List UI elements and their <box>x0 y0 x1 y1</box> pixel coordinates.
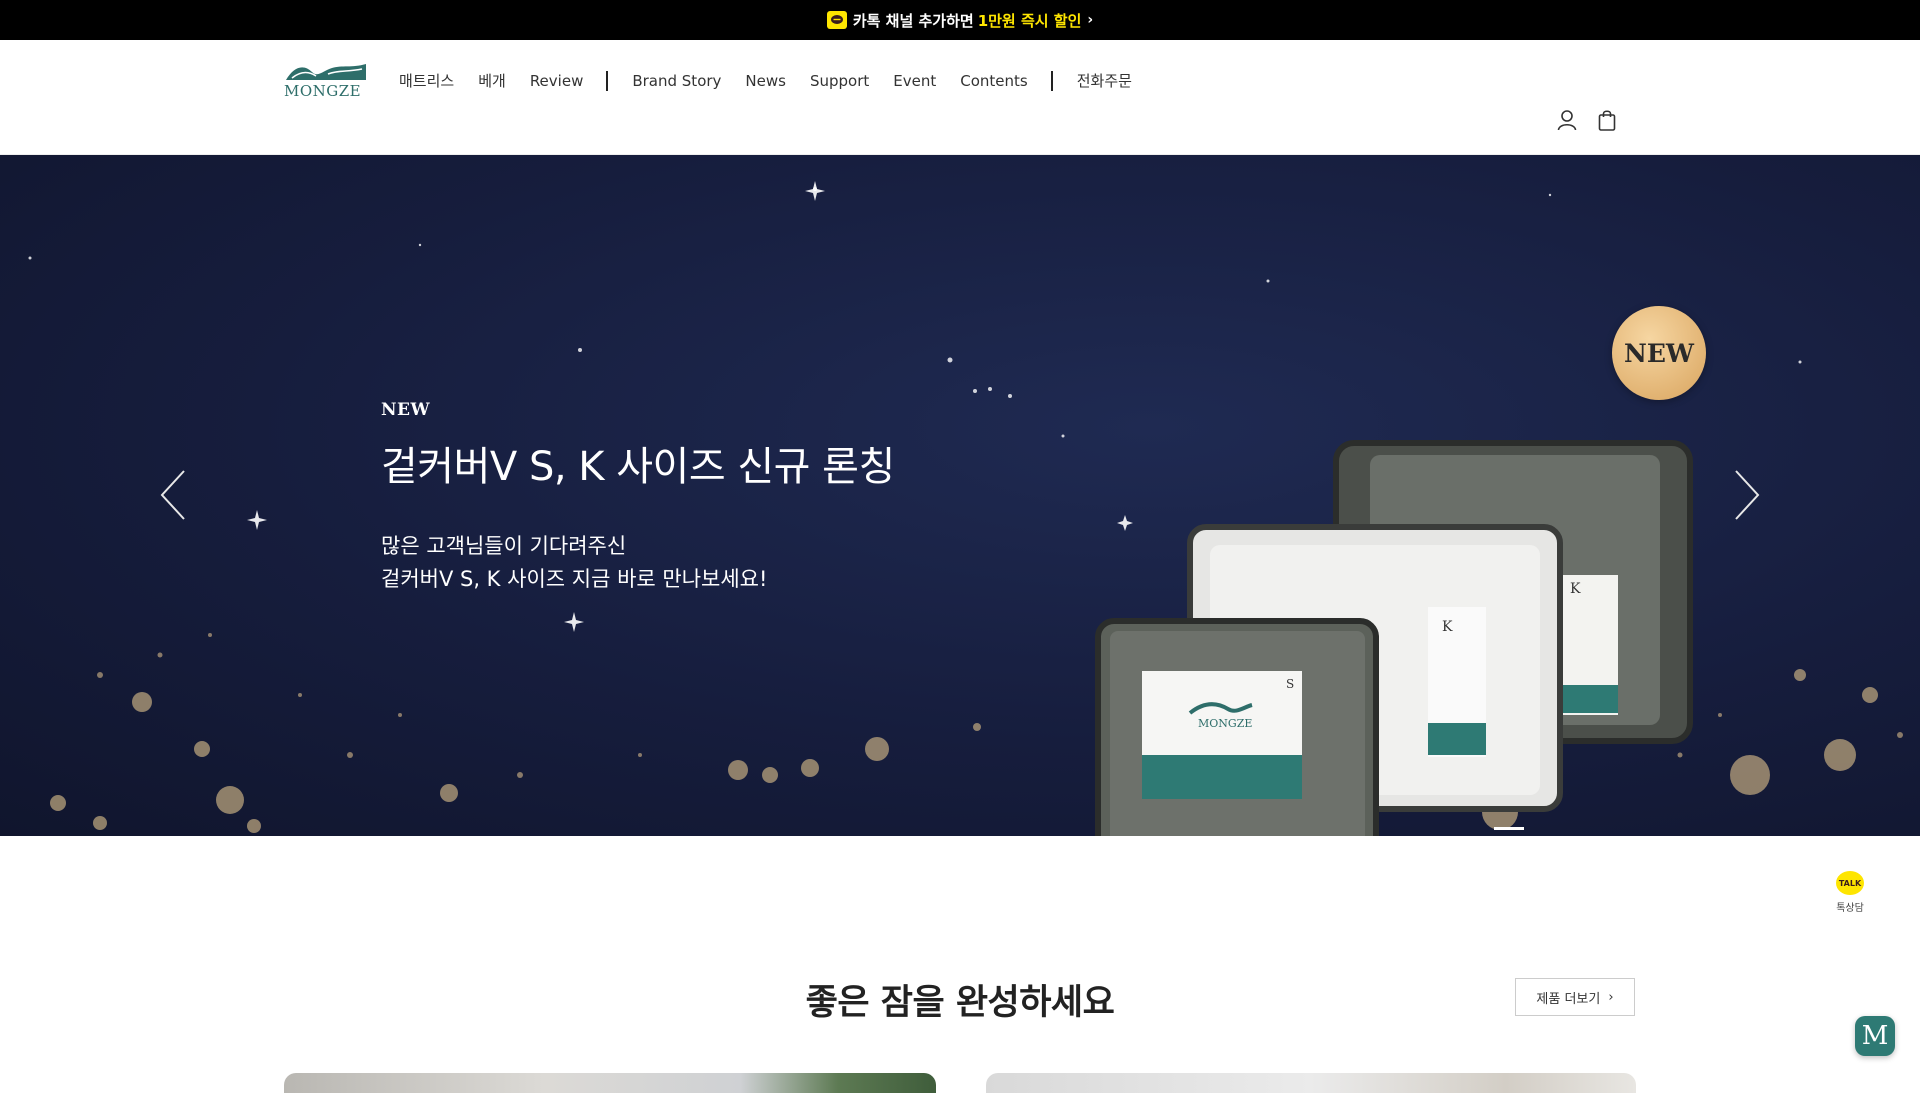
carousel-next-button[interactable] <box>1726 465 1766 525</box>
brand-logo[interactable]: MONGZE <box>284 60 368 100</box>
product-size-k-middle: K <box>1442 619 1453 635</box>
product-size-s: S <box>1286 677 1294 691</box>
carousel-prev-button[interactable] <box>154 465 194 525</box>
nav-item-mattress[interactable]: 매트리스 <box>399 70 454 91</box>
chevron-right-icon <box>1735 470 1760 520</box>
carousel-indicator-active[interactable] <box>1494 827 1524 830</box>
chevron-right-icon: › <box>1608 989 1614 1005</box>
hero-text: NEW 겉커버V S, K 사이즈 신규 론칭 많은 고객님들이 기다려주신 겉… <box>381 400 895 596</box>
shopping-bag-icon[interactable] <box>1596 108 1618 132</box>
main-nav: 매트리스 베개 Review Brand Story News Support … <box>399 70 1156 91</box>
hero-desc-line-1: 많은 고객님들이 기다려주신 <box>381 534 627 558</box>
talk-label: 톡상담 <box>1836 903 1864 914</box>
logo-text: MONGZE <box>284 82 362 100</box>
product-card-image[interactable] <box>986 1073 1636 1093</box>
hero-desc-line-2: 겉커버V S, K 사이즈 지금 바로 만나보세요! <box>381 567 768 591</box>
hero-title: 겉커버V S, K 사이즈 신규 론칭 <box>381 444 895 490</box>
chevron-left-icon <box>160 470 185 520</box>
nav-divider <box>606 70 609 91</box>
floating-m-button[interactable]: M <box>1855 1016 1895 1056</box>
talk-bubble-icon: TALK <box>1836 871 1864 895</box>
chevron-right-icon: › <box>1087 12 1094 28</box>
nav-item-pillow[interactable]: 베개 <box>478 70 506 91</box>
promo-banner[interactable]: 카톡 채널 추가하면 1만원 즉시 할인 › <box>0 0 1920 40</box>
hero-tag: NEW <box>381 400 431 420</box>
logo-wave-icon <box>286 64 366 80</box>
product-card-image[interactable] <box>284 1073 936 1093</box>
kakao-chat-icon <box>826 11 847 29</box>
product-brand-label: MONGZE <box>1198 717 1252 730</box>
user-icon[interactable] <box>1556 108 1578 132</box>
kakao-talk-widget[interactable]: TALK 톡상담 <box>1830 871 1870 914</box>
nav-item-contents[interactable]: Contents <box>960 72 1027 90</box>
product-size-k-back: K <box>1570 581 1581 597</box>
nav-item-event[interactable]: Event <box>893 72 936 90</box>
view-more-products-button[interactable]: 제품 더보기 › <box>1515 978 1635 1016</box>
nav-item-brand-story[interactable]: Brand Story <box>632 72 721 90</box>
promo-text: 카톡 채널 추가하면 <box>852 11 974 30</box>
site-header: MONGZE 매트리스 베개 Review Brand Story News S… <box>0 40 1920 155</box>
nav-divider <box>1050 70 1053 91</box>
nav-item-review[interactable]: Review <box>530 72 584 90</box>
hero-banner[interactable]: NEW 겉커버V S, K 사이즈 신규 론칭 많은 고객님들이 기다려주신 겉… <box>0 155 1920 836</box>
view-more-label: 제품 더보기 <box>1536 991 1601 1007</box>
promo-highlight: 1만원 즉시 할인 <box>977 11 1082 30</box>
header-actions <box>1556 108 1618 132</box>
nav-item-support[interactable]: Support <box>810 72 869 90</box>
hero-description: 많은 고객님들이 기다려주신 겉커버V S, K 사이즈 지금 바로 만나보세요… <box>381 530 895 596</box>
new-badge: NEW <box>1612 306 1706 400</box>
nav-item-phone-order[interactable]: 전화주문 <box>1077 70 1132 91</box>
nav-item-news[interactable]: News <box>745 72 786 90</box>
